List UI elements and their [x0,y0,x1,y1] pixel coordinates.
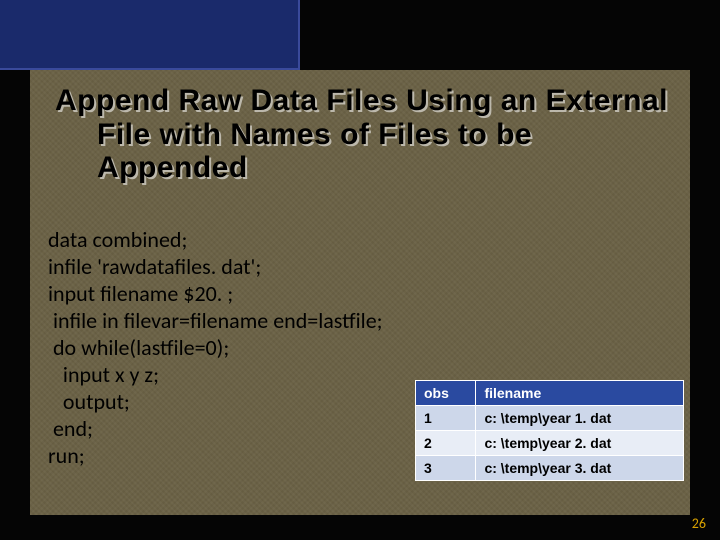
title-line-1: Append Raw Data Files Using an External [55,84,668,117]
table-header-row: obs filename [416,381,684,406]
filenames-table: obs filename 1 c: \temp\year 1. dat 2 c:… [415,380,684,481]
table-cell-obs: 1 [416,406,476,431]
table-row: 3 c: \temp\year 3. dat [416,456,684,481]
code-line: do while(lastfile=0); [48,334,229,361]
table-header-filename: filename [476,381,684,406]
header-band [0,0,300,70]
code-line: input x y z; [48,361,159,388]
table-header-obs: obs [416,381,476,406]
table-row: 2 c: \temp\year 2. dat [416,431,684,456]
code-line: infile 'rawdatafiles. dat'; [48,253,261,280]
table-cell-obs: 2 [416,431,476,456]
table-cell-filename: c: \temp\year 3. dat [476,456,684,481]
title-line-3: Appended [97,151,695,185]
table-cell-filename: c: \temp\year 1. dat [476,406,684,431]
code-line: end; [48,415,93,442]
table-cell-filename: c: \temp\year 2. dat [476,431,684,456]
slide-title: Append Raw Data Files Using an External … [55,84,695,185]
code-line: run; [48,442,85,469]
table-cell-obs: 3 [416,456,476,481]
code-line: data combined; [48,226,187,253]
code-line: infile in filevar=filename end=lastfile; [48,307,383,334]
title-line-2: File with Names of Files to be [97,118,695,152]
page-number: 26 [692,515,706,532]
table-row: 1 c: \temp\year 1. dat [416,406,684,431]
code-line: output; [48,388,130,415]
slide: Append Raw Data Files Using an External … [0,0,720,540]
code-line: input filename $20. ; [48,280,233,307]
